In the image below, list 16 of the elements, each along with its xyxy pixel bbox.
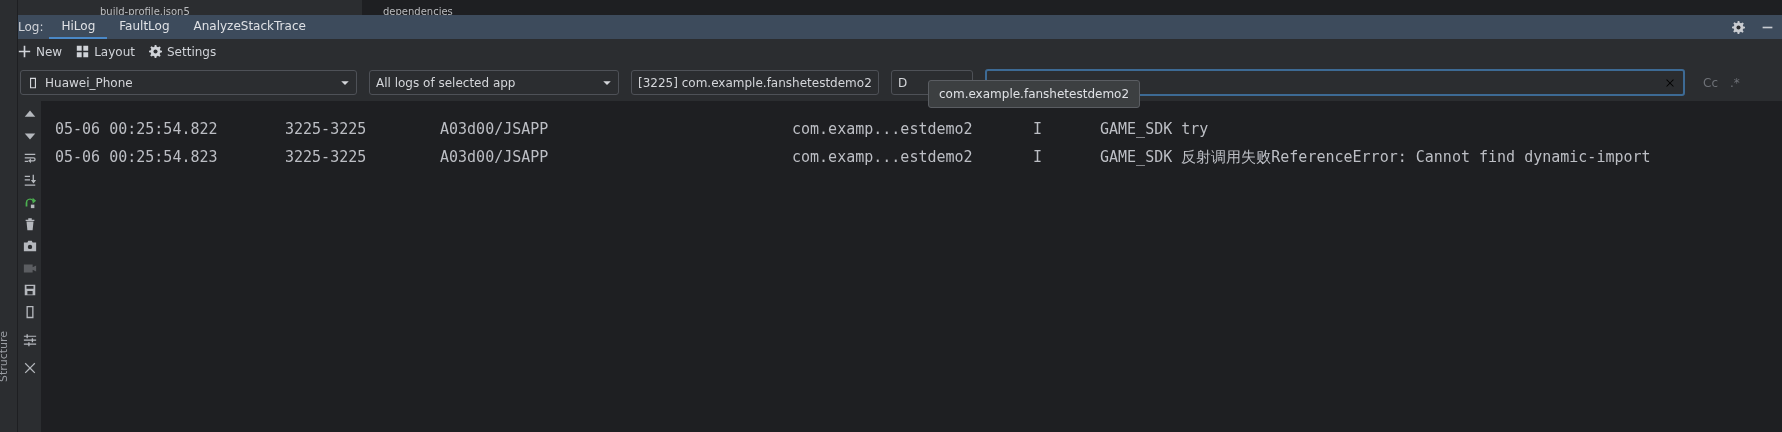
code-text: dependencies [383,5,453,18]
log-package: com.examp...estdemo2 [792,120,974,138]
log-tag: A03d00/JSAPP [440,120,792,138]
tooltip: com.example.fanshetestdemo2 [928,80,1141,108]
log-pid: 3225-3225 [285,148,368,166]
log-level: I [1033,120,1044,138]
log-tag: A03d00/JSAPP [440,148,792,166]
log-level: I [1033,148,1044,166]
panel-label: Log: [18,20,45,34]
file-tree-item: build-profile.json5 [100,5,190,18]
log-message: GAME_SDK 反射调用失败ReferenceError: Cannot find dynamic-import [1100,147,1652,167]
log-package: com.examp...estdemo2 [792,148,974,166]
log-timestamp: 05-06 00:25:54.822 [55,120,219,138]
log-message: GAME_SDK try [1100,120,1210,138]
log-timestamp: 05-06 00:25:54.823 [55,148,219,166]
log-pid: 3225-3225 [285,120,368,138]
